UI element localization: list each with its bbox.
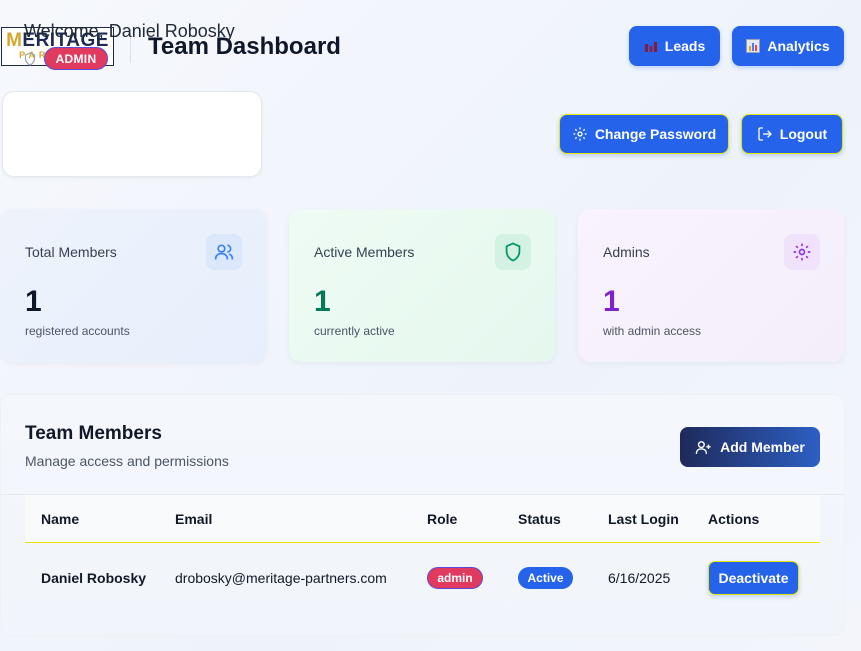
logout-button[interactable]: Logout [741, 114, 843, 154]
leads-button[interactable]: Leads [629, 26, 720, 66]
team-title: Team Members [25, 423, 162, 444]
row-status-badge: Active [518, 567, 573, 589]
stat-label: Total Members [25, 244, 117, 260]
analytics-label: Analytics [767, 38, 830, 54]
stat-value: 1 [314, 285, 331, 318]
shield-icon [495, 234, 531, 270]
row-role-badge: admin [427, 567, 483, 589]
stat-sub: registered accounts [25, 324, 130, 338]
user-plus-icon [695, 439, 712, 456]
column-header-name: Name [41, 511, 80, 527]
team-subtitle: Manage access and permissions [25, 453, 229, 469]
analytics-button[interactable]: Analytics [732, 26, 844, 66]
column-header-role: Role [427, 511, 458, 527]
deactivate-button[interactable]: Deactivate [708, 561, 799, 595]
row-last-login: 6/16/2025 [608, 570, 671, 586]
column-header-last-login: Last Login [608, 511, 679, 527]
stat-card-admins: Admins 1 with admin access [578, 209, 844, 362]
change-password-button[interactable]: Change Password [559, 114, 729, 154]
stat-label: Active Members [314, 244, 415, 260]
column-header-actions: Actions [708, 511, 760, 527]
change-password-label: Change Password [594, 126, 717, 142]
stat-label: Admins [603, 244, 650, 260]
users-icon [206, 234, 242, 270]
stat-card-active-members: Active Members 1 currently active [289, 209, 555, 362]
logo-m: M [6, 30, 23, 51]
column-header-email: Email [175, 511, 213, 527]
add-member-label: Add Member [720, 439, 805, 455]
stat-card-total-members: Total Members 1 registered accounts [0, 209, 266, 362]
stat-value: 1 [603, 285, 620, 318]
table-header: Name Email Role Status Last Login Action… [25, 495, 820, 543]
add-member-button[interactable]: Add Member [680, 427, 820, 467]
welcome-card [2, 91, 262, 177]
gear-icon [572, 126, 588, 142]
stat-sub: currently active [314, 324, 395, 338]
gear-icon [784, 234, 820, 270]
bar-chart-icon [644, 40, 658, 52]
leads-label: Leads [664, 38, 706, 54]
analytics-icon [746, 39, 761, 53]
welcome-greeting: Welcome, Daniel Robosky [24, 21, 235, 41]
column-header-status: Status [518, 511, 561, 527]
stat-sub: with admin access [603, 324, 702, 338]
role-badge: ADMIN [44, 47, 108, 70]
stat-value: 1 [25, 285, 42, 318]
shield-icon [24, 52, 36, 66]
logout-icon [757, 126, 773, 142]
logout-label: Logout [779, 126, 828, 142]
row-email: drobosky@meritage-partners.com [175, 570, 387, 586]
row-name: Daniel Robosky [41, 570, 147, 586]
